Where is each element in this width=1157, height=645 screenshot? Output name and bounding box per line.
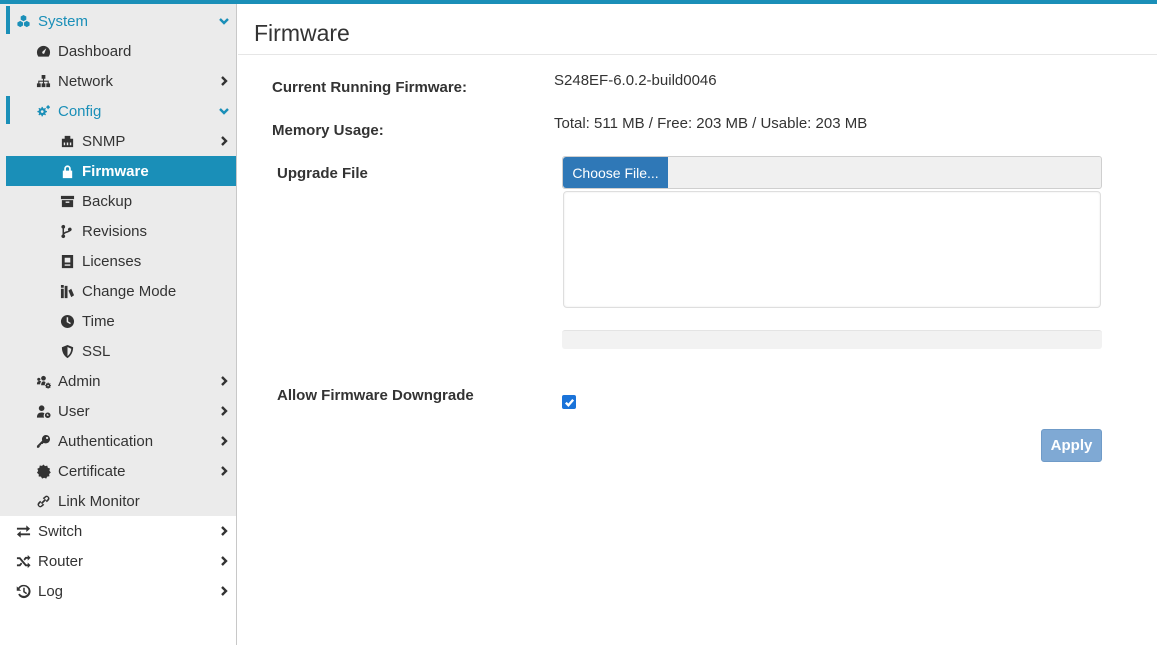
clock-icon [58,312,76,330]
sidebar-label-revisions: Revisions [82,222,148,240]
memory-usage-label: Memory Usage: [272,122,384,139]
tachometer-icon [34,42,52,60]
title-divider [238,54,1157,55]
sidebar-item-authentication[interactable]: Authentication [0,426,236,456]
sidebar-label-config: Config [58,102,102,120]
ethernet-icon [58,132,76,150]
current-firmware-label: Current Running Firmware: [272,79,468,96]
chevron-right-icon [218,584,230,598]
cubes-icon [14,12,32,30]
sidebar-label-certificate: Certificate [58,462,126,480]
sidebar-label-system: System [38,12,89,30]
chevron-right-icon [218,374,230,388]
sidebar-item-snmp[interactable]: SNMP [0,126,236,156]
sidebar-item-time[interactable]: Time [0,306,236,336]
chevron-right-icon [218,554,230,568]
sidebar-label-router: Router [38,552,84,570]
cogs-icon [34,102,52,120]
sidebar-item-config[interactable]: Config [0,96,236,126]
upload-progress-bar [562,330,1102,349]
chevron-right-icon [218,464,230,478]
random-icon [14,552,32,570]
sidebar-label-time: Time [82,312,115,330]
sidebar-label-change-mode: Change Mode [82,282,177,300]
history-icon [14,582,32,600]
book-icon [58,252,76,270]
chevron-right-icon [218,524,230,538]
current-firmware-value: S248EF-6.0.2-build0046 [554,72,717,89]
sidebar-label-snmp: SNMP [82,132,126,150]
sidebar-label-switch: Switch [38,522,83,540]
sidebar-item-network[interactable]: Network [0,66,236,96]
chevron-right-icon [218,434,230,448]
lock-icon [58,162,76,180]
mode-icon [58,282,76,300]
sidebar-item-ssl[interactable]: SSL [0,336,236,366]
sidebar-label-ssl: SSL [82,342,111,360]
link-icon [34,492,52,510]
sidebar-item-router[interactable]: Router [0,546,236,576]
sidebar-item-certificate[interactable]: Certificate [0,456,236,486]
chevron-down-icon [218,14,230,28]
sidebar-label-log: Log [38,582,64,600]
sidebar-item-revisions[interactable]: Revisions [0,216,236,246]
sidebar-label-admin: Admin [58,372,101,390]
user-icon [34,402,52,420]
sidebar-label-backup: Backup [82,192,133,210]
chevron-right-icon [218,404,230,418]
users-cog-icon [34,372,52,390]
sidebar-item-licenses[interactable]: Licenses [0,246,236,276]
upload-drop-area[interactable] [563,191,1101,308]
chevron-right-icon [218,134,230,148]
sidebar-item-firmware[interactable]: Firmware [6,156,236,186]
allow-downgrade-label: Allow Firmware Downgrade [277,387,474,404]
shield-icon [58,342,76,360]
sidebar-label-dashboard: Dashboard [58,42,132,60]
upgrade-file-label: Upgrade File [277,165,368,182]
page-title: Firmware [254,20,350,46]
sidebar-item-backup[interactable]: Backup [0,186,236,216]
sidebar-label-network: Network [58,72,114,90]
upgrade-file-input[interactable]: Choose File... [562,156,1102,189]
sidebar: System Dashboard Network Config SNMP Fir… [0,4,237,645]
memory-usage-value: Total: 511 MB / Free: 203 MB / Usable: 2… [554,115,868,132]
sidebar-item-system[interactable]: System [0,6,236,36]
chevron-down-icon [218,104,230,118]
sidebar-item-link-monitor[interactable]: Link Monitor [0,486,236,516]
chevron-right-icon [218,74,230,88]
sidebar-item-dashboard[interactable]: Dashboard [0,36,236,66]
apply-button[interactable]: Apply [1041,429,1102,462]
archive-icon [58,192,76,210]
sidebar-item-log[interactable]: Log [0,576,236,606]
certificate-icon [34,462,52,480]
sidebar-item-change-mode[interactable]: Change Mode [0,276,236,306]
sidebar-item-user[interactable]: User [0,396,236,426]
sidebar-item-admin[interactable]: Admin [0,366,236,396]
sidebar-label-authentication: Authentication [58,432,154,450]
sidebar-label-user: User [58,402,90,420]
checkmark-icon [564,398,574,407]
allow-downgrade-checkbox[interactable] [562,395,576,409]
sidebar-label-link-monitor: Link Monitor [58,492,140,510]
key-icon [34,432,52,450]
code-branch-icon [58,222,76,240]
exchange-icon [14,522,32,540]
firmware-page: Firmware Current Running Firmware: S248E… [238,4,1157,645]
sidebar-label-licenses: Licenses [82,252,142,270]
sitemap-icon [34,72,52,90]
choose-file-button[interactable]: Choose File... [563,157,668,188]
sidebar-label-firmware: Firmware [82,162,149,180]
sidebar-item-switch[interactable]: Switch [0,516,236,546]
